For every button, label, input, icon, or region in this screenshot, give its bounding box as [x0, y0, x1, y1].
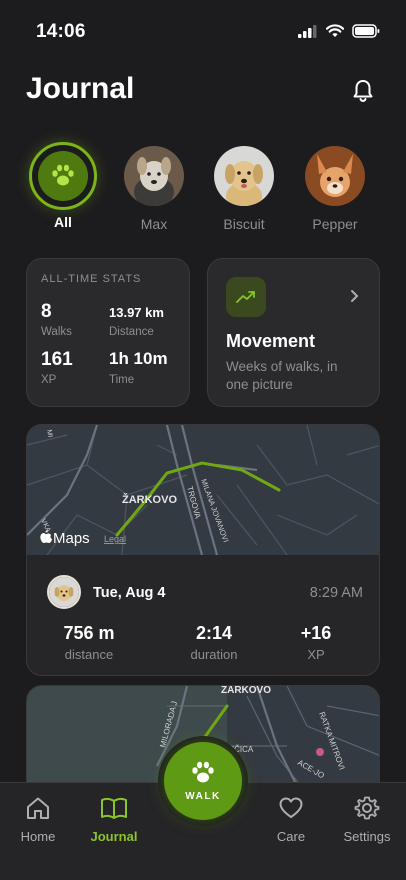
tab-label: Home [20, 829, 56, 844]
map-label-street: MI [45, 429, 53, 438]
pet-name: Max [140, 216, 168, 232]
walk-pet-avatar [47, 575, 81, 609]
tab-label: Settings [343, 829, 391, 844]
stats-title: ALL-TIME STATS [41, 273, 142, 285]
tab-label: Journal [90, 829, 138, 844]
stat-value: 1h 10m [109, 349, 168, 368]
pet-name: Biscuit [223, 216, 265, 232]
pet-avatar-max [124, 146, 184, 206]
metric-label: XP [307, 647, 325, 662]
tab-settings[interactable]: Settings [332, 793, 402, 844]
metric-value: 2:14 [195, 623, 233, 643]
battery-icon [352, 24, 380, 38]
stat-time: 1h 10m Time [109, 349, 168, 386]
stat-value: 8 [41, 301, 52, 322]
metric-label: duration [190, 647, 238, 662]
map-label-zarkovo: ŽARKOVO [122, 493, 177, 506]
pet-avatar-all [29, 142, 97, 210]
gear-icon [354, 796, 380, 820]
walk-button[interactable]: WALK [164, 742, 242, 820]
map-legal-link: Legal [104, 534, 126, 544]
tab-journal[interactable]: Journal [79, 793, 149, 844]
pet-filter-biscuit[interactable]: Biscuit [204, 142, 284, 232]
stat-xp: 161 XP [41, 349, 73, 386]
stat-value: 161 [41, 349, 73, 370]
walk-xp: +16 XP [266, 623, 366, 662]
status-time: 14:06 [36, 21, 86, 42]
movement-title: Movement [226, 331, 316, 351]
metric-label: distance [64, 647, 114, 662]
status-icons [298, 24, 380, 38]
stat-label: Time [109, 374, 135, 386]
bell-icon[interactable] [350, 78, 376, 104]
dog-photo-biscuit [214, 146, 274, 206]
home-icon [27, 797, 49, 819]
dog-photo-biscuit [49, 577, 79, 607]
pet-name: Pepper [312, 216, 358, 232]
walk-info: Tue, Aug 4 8:29 AM 756 m distance 2:14 d… [27, 555, 379, 675]
dog-photo-pepper [305, 146, 365, 206]
book-icon [101, 797, 127, 819]
walk-map[interactable]: ŽARKOVO MILANA JOVANOVI TRGOVA VKA MI Ma… [27, 425, 379, 556]
dog-photo-max [124, 146, 184, 206]
heart-icon [279, 797, 303, 818]
trend-icon [226, 277, 266, 317]
pet-selector: All Max Biscuit Pepper [0, 142, 406, 237]
pet-filter-all[interactable]: All [23, 142, 103, 230]
stat-label: XP [41, 374, 57, 386]
tab-home[interactable]: Home [3, 793, 73, 844]
walk-button-label: WALK [185, 790, 221, 802]
stat-label: Walks [41, 326, 72, 338]
pet-filter-pepper[interactable]: Pepper [295, 142, 375, 232]
paw-icon [192, 761, 214, 782]
page-title: Journal [26, 72, 135, 105]
stat-label: Distance [109, 326, 154, 338]
pet-avatar-pepper [305, 146, 365, 206]
paw-icon [52, 164, 74, 186]
movement-subtitle: Weeks of walks, in one picture [226, 359, 338, 392]
pet-avatar-biscuit [214, 146, 274, 206]
walk-date: Tue, Aug 4 [93, 585, 166, 601]
map-label-zarkovo: ŽARKOVO [221, 686, 271, 696]
pet-filter-max[interactable]: Max [114, 142, 194, 232]
signal-icon [298, 24, 317, 38]
tab-care[interactable]: Care [256, 793, 326, 844]
walk-duration: 2:14 duration [164, 623, 264, 662]
stat-distance: 13.97 km Distance [109, 305, 164, 338]
walk-time: 8:29 AM [309, 585, 363, 601]
all-time-stats-card: ALL-TIME STATS 8 Walks 13.97 km Distance… [26, 258, 190, 407]
stat-walks: 8 Walks [41, 301, 72, 338]
chevron-right-icon [351, 290, 358, 302]
metric-value: +16 [300, 623, 332, 643]
pet-name: All [54, 214, 72, 230]
movement-card[interactable]: Movement Weeks of walks, in one picture [207, 258, 380, 407]
walk-distance: 756 m distance [39, 623, 139, 662]
stat-value: 13.97 km [109, 305, 164, 320]
walk-entry-card[interactable]: ŽARKOVO MILANA JOVANOVI TRGOVA VKA MI Ma… [26, 424, 380, 676]
tab-label: Care [276, 829, 306, 844]
status-bar: 14:06 [0, 0, 406, 60]
metric-value: 756 m [63, 623, 115, 643]
map-roads: ŽARKOVO MILANA JOVANOVI TRGOVA VKA MI Ma… [27, 425, 379, 556]
wifi-icon [326, 24, 344, 37]
map-brand: Maps [53, 530, 90, 547]
